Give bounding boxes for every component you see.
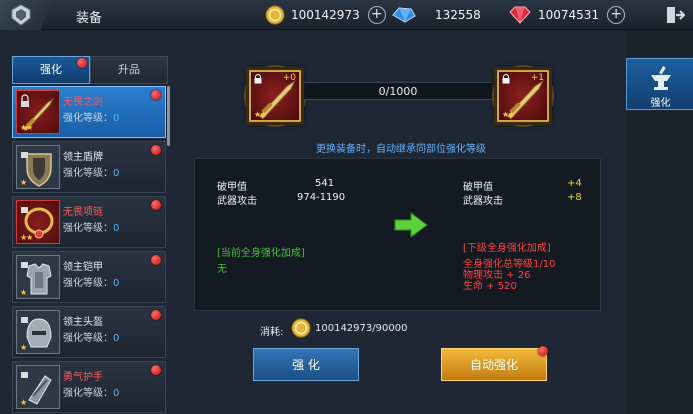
quality-stars: ★	[20, 178, 27, 187]
red-gem-icon	[509, 6, 531, 24]
progress-text: 0/1000	[378, 85, 418, 98]
current-bonus-title: [当前全身强化加成]	[217, 248, 305, 259]
list-item-armor[interactable]: ★ 领主铠甲 强化等级：0	[12, 251, 166, 303]
side-tab-label: 强化	[650, 98, 671, 109]
armor-thumbnail: ★	[16, 255, 60, 299]
notification-dot	[151, 90, 161, 100]
notification-dot	[151, 255, 161, 265]
tab-upgrade-label: 升品	[118, 63, 140, 76]
current-plus-level: +0	[282, 73, 296, 83]
quality-stars: ★	[20, 288, 27, 297]
item-level: 强化等级：0	[63, 333, 120, 344]
current-bonus-value: 无	[217, 264, 227, 275]
enhance-button[interactable]: 强 化	[253, 348, 359, 381]
current-equipment-slot[interactable]: +0 ★★	[249, 70, 301, 122]
stat-increase: +4	[567, 178, 582, 189]
diamond-resource: 132558	[391, 5, 481, 25]
quality-stars: ★★	[254, 110, 267, 119]
page-title: 装备	[76, 11, 103, 26]
tab-enhance[interactable]: 强化	[12, 56, 90, 84]
stat-name: 破甲值	[217, 182, 247, 193]
next-bonus-line: 生命 + 520	[463, 281, 517, 292]
equipment-list[interactable]: ★★ 无畏之剑 强化等级：0 ★ 领主盾牌 强化等级：0 ★★ 无畏项链 强化等…	[12, 86, 168, 414]
item-name: 领主铠甲	[63, 262, 103, 273]
blue-crystal-icon	[392, 7, 416, 23]
list-scrollbar[interactable]	[167, 86, 170, 146]
item-level: 强化等级：0	[63, 113, 120, 124]
gold-coin-icon	[291, 318, 311, 338]
stat-name: 武器攻击	[217, 196, 257, 207]
exit-button[interactable]	[665, 5, 686, 28]
item-name: 无畏之剑	[63, 97, 103, 108]
item-level: 强化等级：0	[63, 278, 120, 289]
helmet-thumbnail: ★	[16, 310, 60, 354]
exit-icon	[667, 7, 686, 23]
inherit-hint: 更换装备时，自动继承同部位强化等级	[316, 144, 486, 155]
enhance-progress-bar: 0/1000	[304, 82, 492, 100]
item-level: 强化等级：0	[63, 223, 120, 234]
next-equipment-slot[interactable]: +1 ★★	[497, 70, 549, 122]
stats-panel: 破甲值 541 武器攻击 974-1190 破甲值 +4 武器攻击 +8 [当前…	[194, 158, 601, 311]
ruby-resource: 10074531 +	[508, 5, 626, 25]
list-item-helmet[interactable]: ★ 领主头盔 强化等级：0	[12, 306, 166, 358]
stat-increase: +8	[567, 192, 582, 203]
stat-value: 541	[315, 178, 335, 189]
list-item-gauntlet[interactable]: ★ 勇气护手 强化等级：0	[12, 361, 166, 413]
item-name: 领主头盔	[63, 317, 103, 328]
notification-dot	[538, 346, 548, 356]
ruby-value: 10074531	[538, 8, 600, 22]
auto-enhance-button[interactable]: 自动强化	[441, 346, 548, 381]
lock-icon	[502, 74, 510, 84]
item-name: 领主盾牌	[63, 152, 103, 163]
notification-dot	[77, 58, 87, 68]
item-name: 无畏项链	[63, 207, 103, 218]
notification-dot	[151, 145, 161, 155]
quality-stars: ★★	[20, 123, 33, 132]
top-bar: 装备 100142973 + 132558 10074531 +	[0, 0, 693, 30]
gauntlet-thumbnail: ★	[16, 365, 60, 409]
add-ruby-button[interactable]: +	[607, 6, 626, 24]
necklace-thumbnail: ★★	[16, 200, 60, 244]
anvil-icon	[651, 66, 671, 90]
stat-name: 破甲值	[463, 182, 493, 193]
emblem-icon	[11, 4, 31, 26]
enhance-panel: +0 ★★ 0/1000 +1 ★★ 更换装备时，自动继承同部位强化等级 破甲值…	[178, 30, 624, 414]
stat-value: 974-1190	[297, 192, 346, 203]
quality-stars: ★	[20, 398, 27, 407]
quality-stars: ★★	[502, 110, 515, 119]
quality-stars: ★	[20, 343, 27, 352]
list-item-sword[interactable]: ★★ 无畏之剑 强化等级：0	[12, 86, 166, 138]
cost-value: 100142973/90000	[315, 323, 408, 334]
item-name: 勇气护手	[63, 372, 103, 383]
item-level: 强化等级：0	[63, 388, 120, 399]
lock-icon	[254, 74, 262, 84]
enhance-button-label: 强 化	[292, 358, 320, 372]
sword-thumbnail: ★★	[16, 90, 60, 134]
notification-dot	[151, 310, 161, 320]
shield-thumbnail: ★	[16, 145, 60, 189]
tab-enhance-label: 强化	[40, 63, 62, 76]
quality-stars: ★★	[20, 233, 33, 242]
list-item-shield[interactable]: ★ 领主盾牌 强化等级：0	[12, 141, 166, 193]
gold-value: 100142973	[291, 8, 360, 22]
tab-upgrade[interactable]: 升品	[90, 56, 168, 84]
list-item-necklace[interactable]: ★★ 无畏项链 强化等级：0	[12, 196, 166, 248]
tab-bar: 强化 升品	[12, 56, 168, 84]
item-level: 强化等级：0	[63, 168, 120, 179]
stat-name: 武器攻击	[463, 196, 503, 207]
notification-dot	[151, 200, 161, 210]
next-plus-level: +1	[530, 73, 544, 83]
add-gold-button[interactable]: +	[367, 6, 386, 24]
gold-coin-icon	[265, 5, 285, 25]
menu-emblem-button[interactable]	[0, 0, 52, 30]
auto-enhance-button-label: 自动强化	[469, 358, 518, 372]
arrow-right-icon	[394, 212, 428, 238]
side-tab-enhance[interactable]: 强化	[626, 58, 693, 110]
diamond-value: 132558	[435, 8, 481, 22]
cost-label: 消耗:	[260, 327, 284, 338]
gold-resource: 100142973 +	[265, 5, 386, 25]
next-bonus-title: [下级全身强化加成]	[463, 243, 551, 254]
notification-dot	[151, 365, 161, 375]
